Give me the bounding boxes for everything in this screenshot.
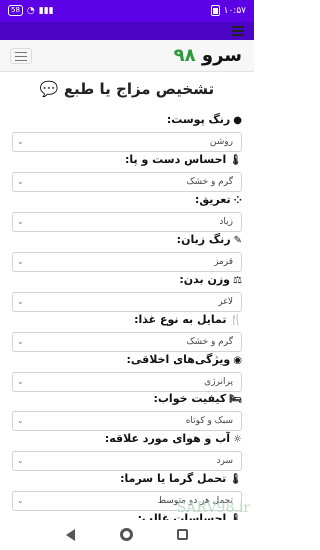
notification-badge: 58 (8, 5, 23, 16)
select-sweating[interactable]: زیاد ⌄ (12, 212, 242, 232)
chevron-down-icon: ⌄ (17, 496, 24, 505)
label-text: تمایل به نوع غذا: (134, 313, 227, 326)
label-sweating: ⁘تعریق: (195, 193, 242, 206)
select-value: گرم و خشک (186, 337, 233, 347)
label-text: رنگ پوست: (166, 113, 231, 126)
chevron-down-icon: ⌄ (17, 297, 24, 306)
clock-time: ۱۰:۵۷ (223, 5, 246, 16)
label-temperament-traits: ◉ویژگی‌های اخلاقی: (126, 353, 242, 366)
select-value: لاغر (218, 297, 233, 307)
label-text: آب و هوای مورد علاقه: (104, 432, 231, 445)
chevron-down-icon: ⌄ (17, 257, 24, 266)
select-value: سرد (216, 456, 233, 466)
drop-icon: ● (233, 115, 242, 126)
label-body-weight: ⚖وزن بدن: (179, 273, 242, 286)
select-value: قرمز (213, 257, 233, 267)
select-value: پرانرژی (204, 377, 233, 387)
label-skin-color: ●رنگ پوست: (167, 113, 242, 126)
thermometer-icon: 🌡 (229, 155, 242, 166)
label-heat-cold-tolerance: 🌡تحمل گرما یا سرما: (120, 472, 242, 485)
scale-icon: ⚖ (233, 275, 242, 286)
brand-name: سرو (201, 45, 242, 66)
system-navigation-bar (0, 520, 254, 550)
select-preferred-climate[interactable]: سرد ⌄ (12, 451, 242, 471)
label-sleep-quality: 🛏کیفیت خواب: (153, 392, 242, 405)
navbar: سرو ۹۸ (0, 40, 254, 72)
select-hands-feet[interactable]: گرم و خشک ⌄ (12, 172, 242, 192)
thermometer-icon: 🌡 (229, 474, 242, 485)
select-body-weight[interactable]: لاغر ⌄ (12, 292, 242, 312)
utensils-icon: 🍴 (229, 315, 242, 326)
chevron-down-icon: ⌄ (17, 177, 24, 186)
page-title-text: تشخیص مزاج یا طبع (63, 80, 215, 98)
chevron-down-icon: ⌄ (17, 337, 24, 346)
label-hands-feet: 🌡احساس دست و پا: (125, 153, 242, 166)
select-value: سبک و کوتاه (185, 416, 233, 426)
app-top-bar (0, 22, 254, 40)
label-text: احساس دست و پا: (125, 153, 227, 166)
select-food-preference[interactable]: گرم و خشک ⌄ (12, 332, 242, 352)
site-watermark: SARV98.ir (176, 500, 250, 516)
label-preferred-climate: ☼آب و هوای مورد علاقه: (105, 432, 242, 445)
label-text: وزن بدن: (179, 273, 231, 286)
chevron-down-icon: ⌄ (17, 416, 24, 425)
label-tongue-color: ✎رنگ زبان: (177, 233, 242, 246)
status-left-group: 58 ◔ ▮▮▮ (8, 5, 54, 16)
select-value: روشن (209, 137, 233, 147)
battery-icon (210, 5, 220, 16)
label-text: کیفیت خواب: (153, 392, 227, 405)
brush-icon: ✎ (233, 235, 242, 246)
select-skin-color[interactable]: روشن ⌄ (12, 132, 242, 152)
home-icon[interactable] (120, 528, 133, 541)
select-temperament-traits[interactable]: پرانرژی ⌄ (12, 372, 242, 392)
back-icon[interactable] (66, 529, 75, 541)
brand-logo[interactable]: سرو ۹۸ (174, 45, 242, 66)
label-text: ویژگی‌های اخلاقی: (126, 353, 231, 366)
bed-icon: 🛏 (229, 394, 242, 405)
page-title: تشخیص مزاج یا طبع 💬 (0, 80, 254, 98)
wifi-icon: ◔ (26, 5, 35, 16)
signal-icon: ▮▮▮ (38, 5, 54, 16)
status-bar: 58 ◔ ▮▮▮ ۱۰:۵۷ (0, 0, 254, 22)
chevron-down-icon: ⌄ (17, 137, 24, 146)
chevron-down-icon: ⌄ (17, 456, 24, 465)
sun-icon: ☼ (233, 434, 242, 445)
select-value: زیاد (219, 217, 233, 227)
chevron-down-icon: ⌄ (17, 377, 24, 386)
label-text: تحمل گرما یا سرما: (120, 472, 227, 485)
label-text: تعریق: (194, 193, 231, 206)
chevron-down-icon: ⌄ (17, 217, 24, 226)
brand-number: ۹۸ (173, 45, 196, 66)
menu-icon[interactable] (232, 26, 244, 38)
navbar-toggler-button[interactable] (10, 48, 32, 64)
label-food-preference: 🍴تمایل به نوع غذا: (134, 313, 242, 326)
select-tongue-color[interactable]: قرمز ⌄ (12, 252, 242, 272)
label-text: رنگ زبان: (176, 233, 231, 246)
spinner-icon: ⁘ (233, 195, 242, 206)
select-value: گرم و خشک (186, 177, 233, 187)
comments-icon: 💬 (39, 80, 59, 98)
user-circle-icon: ◉ (233, 355, 242, 366)
recent-apps-icon[interactable] (177, 529, 188, 540)
status-right-group: ۱۰:۵۷ (210, 5, 246, 16)
select-sleep-quality[interactable]: سبک و کوتاه ⌄ (12, 411, 242, 431)
